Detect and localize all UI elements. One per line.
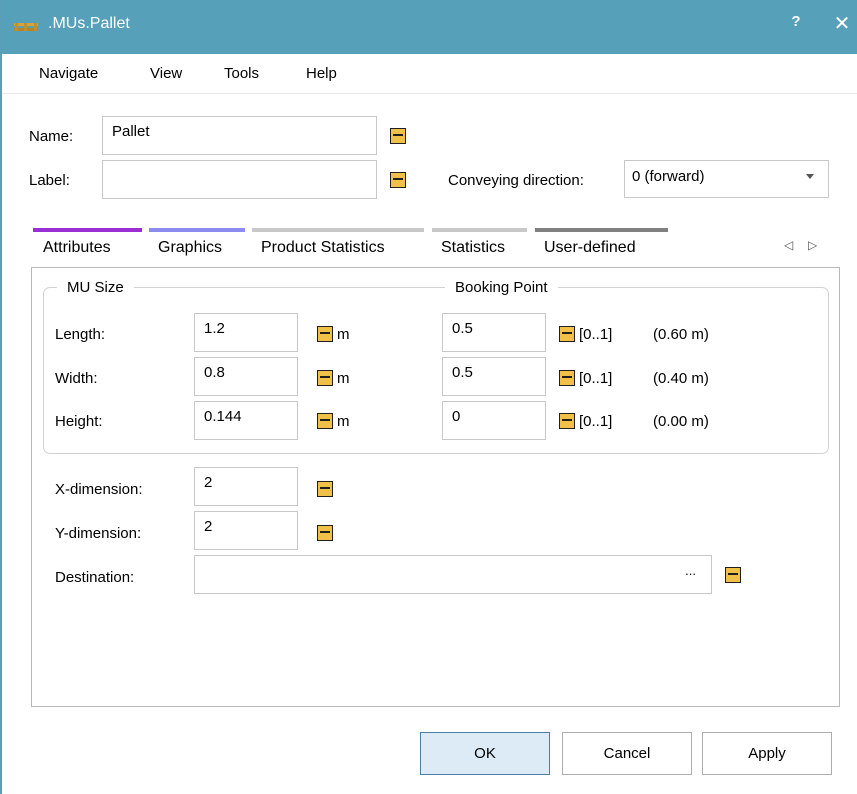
range-label: [0..1] [579, 326, 613, 343]
inherit-icon[interactable] [317, 413, 333, 429]
y-dimension-input[interactable]: 2 [194, 511, 298, 550]
tab-scroll-left-icon[interactable]: ◁ [784, 238, 793, 252]
inherit-icon[interactable] [559, 370, 575, 386]
range-label: [0..1] [579, 370, 613, 387]
name-label: Name: [29, 128, 74, 145]
tab-label: Graphics [158, 239, 223, 256]
tab-graphics[interactable]: Graphics [149, 228, 247, 267]
label-input[interactable] [102, 160, 377, 199]
tab-user-defined[interactable]: User-defined [535, 228, 670, 267]
menu-bar: Navigate View Tools Help [2, 54, 857, 94]
inherit-icon[interactable] [559, 326, 575, 342]
title-bar: .MUs.Pallet ? ✕ [2, 0, 857, 54]
booking-point-z-input[interactable]: 0 [442, 401, 546, 440]
conveying-direction-label: Conveying direction: [448, 172, 584, 189]
menu-navigate[interactable]: Navigate [39, 65, 98, 82]
booking-point-x-input[interactable]: 0.5 [442, 313, 546, 352]
x-dimension-input[interactable]: 2 [194, 467, 298, 506]
ok-button[interactable]: OK [420, 732, 550, 775]
inherit-icon[interactable] [390, 128, 406, 144]
tab-color-bar [252, 228, 424, 232]
height-unit: m [337, 413, 350, 430]
destination-input[interactable]: ... [194, 555, 712, 594]
menu-view[interactable]: View [150, 65, 182, 82]
range-label: [0..1] [579, 413, 613, 430]
width-unit: m [337, 370, 350, 387]
tab-label: Product Statistics [261, 239, 385, 256]
menu-help[interactable]: Help [306, 65, 337, 82]
inherit-icon[interactable] [317, 370, 333, 386]
tab-color-bar [149, 228, 245, 232]
inherit-icon[interactable] [317, 326, 333, 342]
tab-statistics[interactable]: Statistics [432, 228, 530, 267]
help-button[interactable]: ? [787, 13, 805, 37]
inherit-icon[interactable] [317, 525, 333, 541]
tab-scroll-right-icon[interactable]: ▷ [808, 238, 817, 252]
length-input[interactable]: 1.2 [194, 313, 298, 352]
close-icon[interactable]: ✕ [830, 13, 854, 37]
tab-color-bar [33, 228, 142, 232]
tab-label: Attributes [43, 239, 111, 256]
width-input[interactable]: 0.8 [194, 357, 298, 396]
tab-product-statistics[interactable]: Product Statistics [252, 228, 427, 267]
inherit-icon[interactable] [317, 481, 333, 497]
y-dimension-label: Y-dimension: [55, 525, 142, 542]
apply-button[interactable]: Apply [702, 732, 832, 775]
inherit-icon[interactable] [559, 413, 575, 429]
destination-label: Destination: [55, 569, 135, 586]
menu-tools[interactable]: Tools [224, 65, 259, 82]
length-unit: m [337, 326, 350, 343]
inherit-icon[interactable] [725, 567, 741, 583]
dialog-window: .MUs.Pallet ? ✕ Navigate View Tools Help… [0, 0, 857, 794]
x-dimension-label: X-dimension: [55, 481, 143, 498]
conveying-direction-value: 0 (forward) [632, 168, 705, 185]
tab-color-bar [432, 228, 527, 232]
booking-point-y-input[interactable]: 0.5 [442, 357, 546, 396]
name-input[interactable]: Pallet [102, 116, 377, 155]
tab-attributes[interactable]: Attributes [33, 228, 145, 267]
inherit-icon[interactable] [390, 172, 406, 188]
window-title: .MUs.Pallet [48, 15, 130, 32]
tab-label: User-defined [544, 239, 636, 256]
absolute-value: (0.00 m) [653, 413, 709, 430]
length-label: Length: [55, 326, 106, 343]
chevron-down-icon [806, 174, 814, 179]
mu-size-group [43, 287, 829, 454]
absolute-value: (0.60 m) [653, 326, 709, 343]
browse-button[interactable]: ... [685, 563, 696, 578]
conveying-direction-select[interactable]: 0 (forward) [624, 160, 829, 198]
tab-color-bar [535, 228, 668, 232]
width-label: Width: [55, 370, 98, 387]
cancel-button[interactable]: Cancel [562, 732, 692, 775]
mu-size-title: MU Size [57, 279, 134, 296]
label-label: Label: [29, 172, 70, 189]
tab-label: Statistics [441, 239, 506, 256]
pallet-icon [14, 23, 38, 31]
booking-point-title: Booking Point [445, 279, 558, 296]
absolute-value: (0.40 m) [653, 370, 709, 387]
height-label: Height: [55, 413, 103, 430]
height-input[interactable]: 0.144 [194, 401, 298, 440]
